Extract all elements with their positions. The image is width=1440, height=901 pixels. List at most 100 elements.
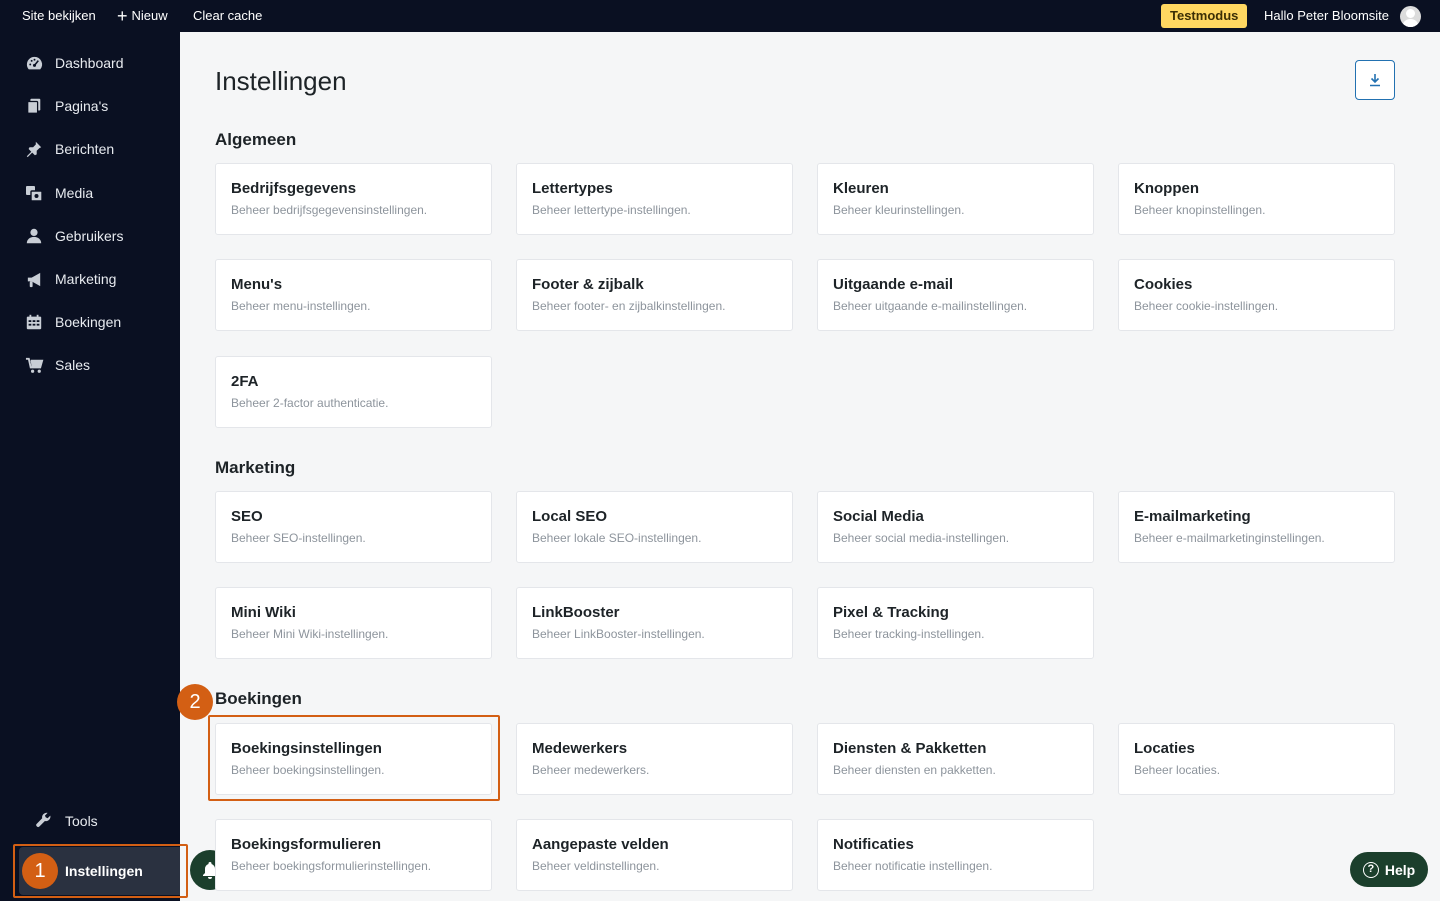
card-title: Aangepaste velden [532,836,669,853]
settings-card-social-media[interactable]: Social Media Beheer social media-instelli… [817,491,1094,563]
card-title: Bedrijfsgegevens [231,180,357,197]
settings-card-local-seo[interactable]: Local SEO Beheer lokale SEO-instellingen. [516,491,793,563]
card-title: Mini Wiki [231,604,296,621]
settings-card-2fa[interactable]: 2FA Beheer 2-factor authenticatie. [215,356,492,428]
pages-icon [24,96,44,116]
settings-card-cookies[interactable]: Cookies Beheer cookie-instellingen. [1118,259,1395,331]
settings-card-outgoing-email[interactable]: Uitgaande e-mail Beheer uitgaande e-maili… [817,259,1094,331]
sidebar-item-bookings[interactable]: Boekingen [0,302,180,342]
settings-card-email-marketing[interactable]: E-mailmarketing Beheer e-mailmarketingins… [1118,491,1395,563]
question-icon: ? [1362,861,1379,878]
card-title: Diensten & Pakketten [833,740,987,757]
new-label: Nieuw [131,8,168,23]
settings-card-menus[interactable]: Menu's Beheer menu-instellingen. [215,259,492,331]
card-title: Cookies [1134,276,1193,293]
card-description: Beheer kleurinstellingen. [833,203,965,217]
sidebar-item-label: Dashboard [55,55,124,71]
user-icon [24,226,44,246]
card-description: Beheer medewerkers. [532,763,650,777]
settings-card-pixel-tracking[interactable]: Pixel & Tracking Beheer tracking-instelli… [817,587,1094,659]
settings-card-notifications[interactable]: Notificaties Beheer notificatie instellin… [817,819,1094,891]
card-title: Local SEO [532,508,608,525]
card-description: Beheer LinkBooster-instellingen. [532,627,705,641]
settings-card-buttons[interactable]: Knoppen Beheer knopinstellingen. [1118,163,1395,235]
sidebar-item-sales[interactable]: Sales [0,345,180,385]
page-title: Instellingen [215,66,347,96]
sidebar-item-label: Berichten [55,141,115,157]
sidebar-item-tools[interactable]: Tools [0,801,180,841]
card-title: Locaties [1134,740,1195,757]
settings-card-colors[interactable]: Kleuren Beheer kleurinstellingen. [817,163,1094,235]
card-title: 2FA [231,373,259,390]
card-description: Beheer notificatie instellingen. [833,859,993,873]
sidebar: Dashboard Pagina's Berichten Media Gebru… [0,32,180,901]
card-title: Medewerkers [532,740,628,757]
settings-card-employees[interactable]: Medewerkers Beheer medewerkers. [516,723,793,795]
sidebar-item-label: Sales [55,357,91,373]
card-title: Footer & zijbalk [532,276,644,293]
settings-card-locations[interactable]: Locaties Beheer locaties. [1118,723,1395,795]
card-title: LinkBooster [532,604,620,621]
sidebar-item-label: Boekingen [55,314,122,330]
card-description: Beheer lettertype-instellingen. [532,203,691,217]
card-title: Knoppen [1134,180,1199,197]
user-greeting[interactable]: Hallo Peter Bloomsite [1264,0,1389,32]
card-description: Beheer veldinstellingen. [532,859,660,873]
help-label: Help [1384,861,1416,878]
admin-top-bar: Site bekijken + Nieuw Clear cache Testmod… [0,0,1440,32]
card-description: Beheer diensten en pakketten. [833,763,996,777]
plus-icon: + [117,6,128,26]
card-title: Notificaties [833,836,914,853]
settings-card-fonts[interactable]: Lettertypes Beheer lettertype-instellinge… [516,163,793,235]
card-description: Beheer boekingsformulierinstellingen. [231,859,432,873]
help-button[interactable]: ? Help [1350,852,1428,887]
card-title: E-mailmarketing [1134,508,1251,525]
card-title: Uitgaande e-mail [833,276,954,293]
sidebar-item-label: Media [55,185,94,201]
clear-cache-link[interactable]: Clear cache [193,0,262,32]
sidebar-item-users[interactable]: Gebruikers [0,216,180,256]
card-description: Beheer 2-factor authenticatie. [231,396,389,410]
settings-card-custom-fields[interactable]: Aangepaste velden Beheer veldinstellingen… [516,819,793,891]
settings-card-company-details[interactable]: Bedrijfsgegevens Beheer bedrijfsgegevensi… [215,163,492,235]
card-description: Beheer lokale SEO-instellingen. [532,531,702,545]
media-icon [24,183,44,203]
card-description: Beheer locaties. [1134,763,1221,777]
download-icon [1370,74,1380,87]
calendar-icon [24,312,44,332]
booking-settings-callout-highlight [208,715,500,801]
card-title: Lettertypes [532,180,613,197]
settings-card-services-packages[interactable]: Diensten & Pakketten Beheer diensten en p… [817,723,1094,795]
step-badge-1: 1 [22,853,58,889]
sidebar-item-dashboard[interactable]: Dashboard [0,43,180,83]
test-mode-badge[interactable]: Testmodus [1161,4,1248,28]
settings-card-mini-wiki[interactable]: Mini Wiki Beheer Mini Wiki-instellingen. [215,587,492,659]
card-title: Pixel & Tracking [833,604,949,621]
gauge-icon [24,53,44,73]
settings-card-booking-forms[interactable]: Boekingsformulieren Beheer boekingsformul… [215,819,492,891]
avatar[interactable] [1400,6,1421,27]
card-title: SEO [231,508,263,525]
card-description: Beheer menu-instellingen. [231,299,371,313]
section-title-marketing: Marketing [215,458,296,477]
sidebar-item-label: Gebruikers [55,228,124,244]
card-description: Beheer social media-instellingen. [833,531,1010,545]
card-description: Beheer bedrijfsgegevensinstellingen. [231,203,428,217]
card-description: Beheer knopinstellingen. [1134,203,1266,217]
pin-icon [24,139,44,159]
settings-card-footer-sidebar[interactable]: Footer & zijbalk Beheer footer- en zijbal… [516,259,793,331]
sidebar-item-marketing[interactable]: Marketing [0,259,180,299]
cart-icon [24,355,44,375]
settings-card-linkbooster[interactable]: LinkBooster Beheer LinkBooster-instelling… [516,587,793,659]
card-title: Social Media [833,508,924,525]
card-description: Beheer Mini Wiki-instellingen. [231,627,389,641]
sidebar-item-label: Tools [65,813,98,829]
wrench-icon [34,811,54,831]
sidebar-item-media[interactable]: Media [0,173,180,213]
site-view-link[interactable]: Site bekijken [22,0,96,32]
new-menu[interactable]: + Nieuw [117,0,168,32]
sidebar-item-posts[interactable]: Berichten [0,129,180,169]
settings-card-seo[interactable]: SEO Beheer SEO-instellingen. [215,491,492,563]
sidebar-item-pages[interactable]: Pagina's [0,86,180,126]
download-button[interactable] [1355,60,1395,100]
